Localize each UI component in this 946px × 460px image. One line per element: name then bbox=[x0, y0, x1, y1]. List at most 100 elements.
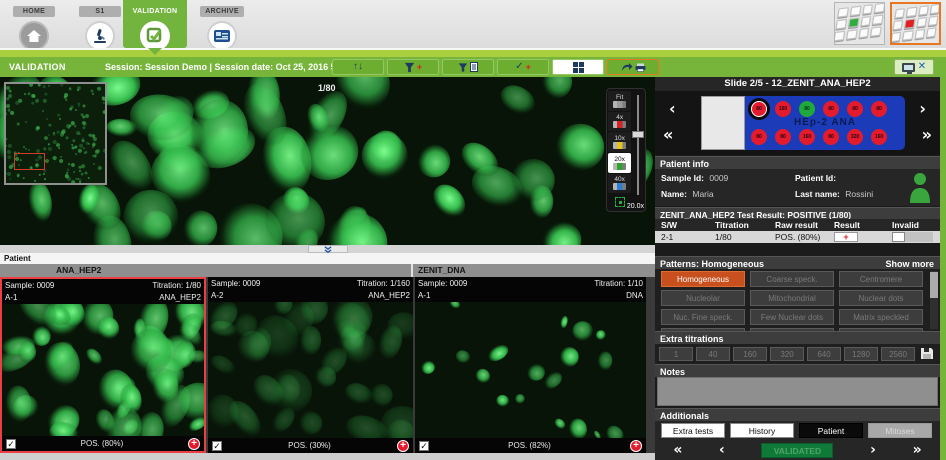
grid-icon bbox=[573, 62, 584, 73]
slide-well[interactable]: 160 bbox=[775, 101, 791, 117]
validated-status-button[interactable]: VALIDATED bbox=[761, 443, 833, 458]
titration-value: 1/80 bbox=[715, 232, 732, 242]
titration-2560-button[interactable]: 2560 bbox=[881, 347, 915, 361]
next-slide-button[interactable]: › bbox=[919, 99, 926, 118]
grid-view-button[interactable] bbox=[552, 59, 604, 75]
slide-well[interactable]: 80 bbox=[847, 101, 863, 117]
minimap-viewport-rect[interactable] bbox=[14, 153, 45, 170]
slide-well[interactable]: 80 bbox=[775, 129, 791, 145]
thumbnail-checkbox[interactable]: ✓ bbox=[6, 439, 16, 449]
filter-add-button[interactable]: + bbox=[387, 59, 439, 75]
pattern-homogeneous-button[interactable]: Homogeneous bbox=[661, 271, 745, 287]
patient-button[interactable]: Patient bbox=[799, 423, 863, 438]
validate-keyboard-button[interactable] bbox=[834, 2, 885, 45]
sample-navigation-bar: « ‹ VALIDATED › » bbox=[655, 440, 940, 460]
pattern-centromere-button[interactable]: Centromere bbox=[839, 271, 923, 287]
slide-well[interactable]: 160 bbox=[871, 129, 887, 145]
zoom-4x-label: 4x bbox=[616, 114, 623, 121]
last-slide-button[interactable]: » bbox=[922, 125, 932, 144]
pattern-matrix-speckled-button[interactable]: Matrix speckled bbox=[839, 309, 923, 325]
toolbar-title: VALIDATION bbox=[9, 62, 66, 72]
zoom-10x-button[interactable]: 10x bbox=[608, 132, 631, 152]
objective-red-icon bbox=[613, 121, 626, 128]
thumbnail-ana-hep2-1-160[interactable]: Sample: 0009Titration: 1/160 A-2ANA_HEP2… bbox=[208, 277, 413, 453]
tab-home[interactable]: HOME bbox=[2, 0, 66, 48]
sort-button[interactable]: ↑↓ bbox=[332, 59, 384, 75]
zoom-fit-button[interactable]: Fit bbox=[608, 91, 631, 111]
slide-well[interactable]: 80 bbox=[823, 101, 839, 117]
last-name-label: Last name: bbox=[795, 189, 840, 199]
printer-icon bbox=[635, 63, 646, 72]
application-window: HOME S1 VALIDATION bbox=[0, 0, 946, 460]
first-sample-button[interactable]: « bbox=[673, 443, 682, 457]
crosshair-icon bbox=[615, 197, 625, 207]
test-label: ANA_HEP2 bbox=[159, 292, 201, 304]
pattern-nucleolar-button[interactable]: Nucleolar bbox=[661, 290, 745, 306]
export-print-button[interactable] bbox=[607, 59, 659, 75]
zoom-slider[interactable] bbox=[631, 91, 644, 209]
patterns-scrollbar[interactable] bbox=[930, 271, 938, 329]
slide-well[interactable]: 80 bbox=[823, 129, 839, 145]
reject-keyboard-button[interactable] bbox=[890, 2, 941, 45]
slide-well[interactable]: 80 bbox=[751, 129, 767, 145]
mitoses-button[interactable]: Mitoses bbox=[868, 423, 932, 438]
pattern-nuclear-dots-button[interactable]: Nuclear dots bbox=[839, 290, 923, 306]
result-table-row[interactable]: 2-1 1/80 POS. (80%) + bbox=[655, 231, 940, 243]
titration-label: Titration: 1/80 bbox=[152, 280, 201, 292]
slide-well[interactable]: 80 bbox=[751, 101, 767, 117]
collapse-thumbnails-button[interactable] bbox=[308, 245, 348, 253]
titration-1280-button[interactable]: 1280 bbox=[844, 347, 878, 361]
slide-well[interactable]: 80 bbox=[871, 101, 887, 117]
additionals-row: Extra tests History Patient Mitoses bbox=[655, 421, 940, 440]
save-icon[interactable] bbox=[920, 347, 934, 365]
add-titration-icon[interactable]: + bbox=[397, 440, 409, 452]
pattern-nuc-fine-speck-button[interactable]: Nuc. Fine speck. bbox=[661, 309, 745, 325]
titration-640-button[interactable]: 640 bbox=[807, 347, 841, 361]
zoom-4x-button[interactable]: 4x bbox=[608, 112, 631, 132]
overview-minimap[interactable] bbox=[4, 82, 107, 185]
pattern-coarse-speck-button[interactable]: Coarse speck. bbox=[750, 271, 834, 287]
prev-sample-button[interactable]: ‹ bbox=[719, 443, 725, 457]
show-more-button[interactable]: Show more bbox=[885, 259, 934, 269]
history-button[interactable]: History bbox=[730, 423, 794, 438]
patient-person-icon[interactable] bbox=[908, 172, 932, 205]
thumbnail-checkbox[interactable]: ✓ bbox=[419, 441, 429, 451]
zoom-40x-button[interactable]: 40x bbox=[608, 174, 631, 194]
zoom-readout: 20.0x bbox=[627, 203, 644, 210]
titration-1-button[interactable]: 1 bbox=[659, 347, 693, 361]
notes-input[interactable] bbox=[657, 377, 938, 406]
next-sample-button[interactable]: › bbox=[870, 443, 876, 457]
thumbnail-ana-hep2-1-80[interactable]: Sample: 0009Titration: 1/80 A-1ANA_HEP2 … bbox=[0, 277, 206, 453]
first-slide-button[interactable]: « bbox=[663, 125, 673, 144]
prev-slide-button[interactable]: ‹ bbox=[669, 99, 676, 118]
main-fluorescence-viewer[interactable]: 1/80 Fit 4x 10x 20x bbox=[0, 77, 655, 245]
titration-40-button[interactable]: 40 bbox=[696, 347, 730, 361]
tab-archive[interactable]: ARCHIVE bbox=[190, 0, 254, 48]
slide-well[interactable]: 320 bbox=[847, 129, 863, 145]
monitor-icon bbox=[902, 63, 915, 72]
filter-document-button[interactable] bbox=[442, 59, 494, 75]
slide-well[interactable]: 160 bbox=[799, 129, 815, 145]
thumbnail-checkbox[interactable]: ✓ bbox=[212, 441, 222, 451]
add-titration-icon[interactable]: + bbox=[630, 440, 642, 452]
last-sample-button[interactable]: » bbox=[913, 443, 922, 457]
slide-label-area bbox=[701, 96, 745, 150]
close-session-button[interactable]: ✕ bbox=[894, 59, 934, 75]
invalid-checkbox[interactable] bbox=[892, 232, 905, 242]
pattern-mitochondrial-button[interactable]: Mitochondrial bbox=[750, 290, 834, 306]
tab-validation[interactable]: VALIDATION bbox=[123, 0, 187, 48]
extra-tests-button[interactable]: Extra tests bbox=[661, 423, 725, 438]
tab-archive-label: ARCHIVE bbox=[200, 6, 244, 17]
pattern-few-nuclear-dots-button[interactable]: Few Nuclear dots bbox=[750, 309, 834, 325]
test-result-header: ZENIT_ANA_HEP2 Test Result: POSITIVE (1/… bbox=[655, 207, 940, 219]
slide-well[interactable]: 80 bbox=[799, 101, 815, 117]
scrollbar-thumb[interactable] bbox=[930, 272, 938, 298]
add-titration-icon[interactable]: + bbox=[188, 438, 200, 450]
zoom-slider-handle[interactable] bbox=[632, 131, 644, 138]
zoom-20x-button[interactable]: 20x bbox=[608, 153, 631, 173]
titration-320-button[interactable]: 320 bbox=[770, 347, 804, 361]
thumbnail-zenit-dna-1-10[interactable]: Sample: 0009Titration: 1/10 A-1DNA ✓ POS… bbox=[415, 277, 646, 453]
validate-add-button[interactable]: ✓ + bbox=[497, 59, 549, 75]
titration-160-button[interactable]: 160 bbox=[733, 347, 767, 361]
result-positive-button[interactable]: + bbox=[834, 232, 858, 242]
